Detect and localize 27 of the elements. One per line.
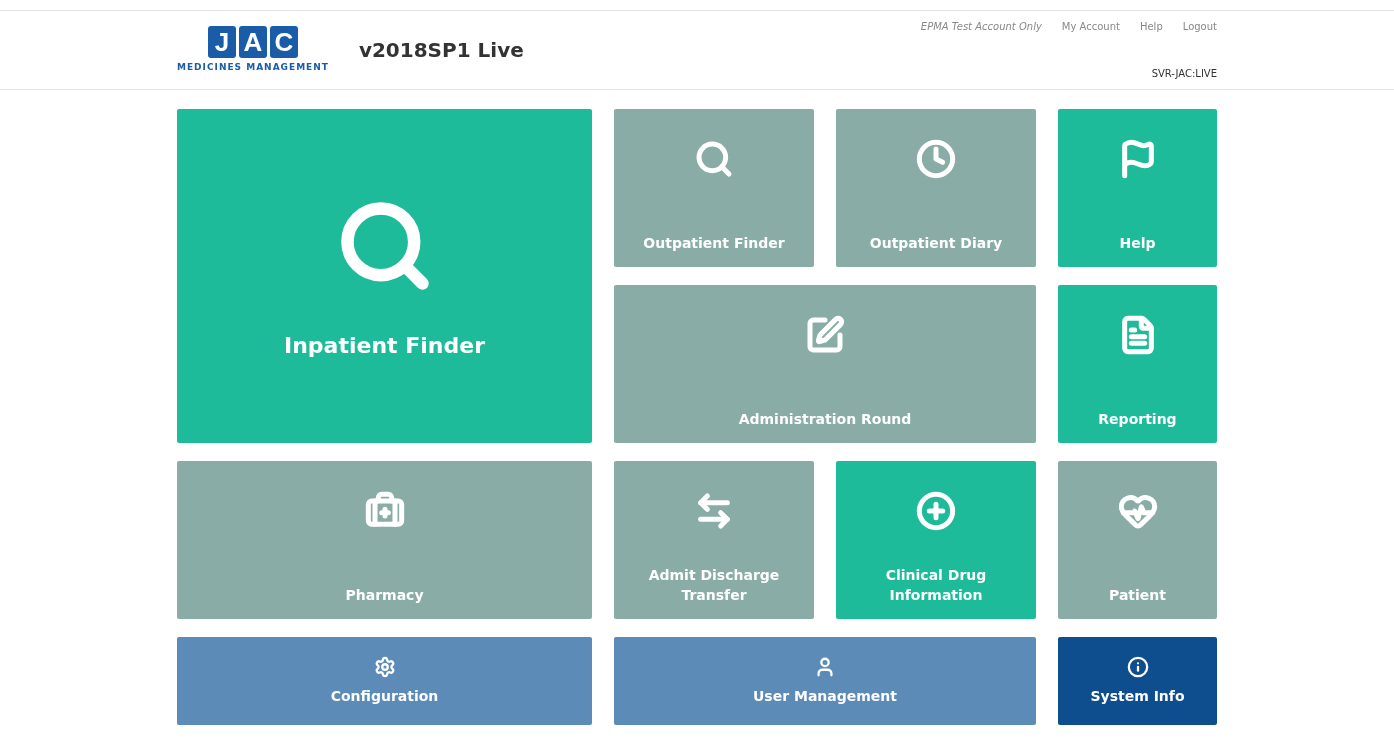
header-link[interactable]: Help	[1139, 19, 1163, 34]
tile[interactable]: Help	[1058, 109, 1217, 267]
user-icon	[814, 656, 836, 678]
tile[interactable]: Inpatient Finder	[177, 109, 592, 443]
tile[interactable]: Administration Round	[614, 285, 1036, 443]
info-icon	[1126, 656, 1149, 678]
clock-icon	[916, 139, 956, 179]
tile[interactable]: User Management	[614, 637, 1036, 725]
logo: J A C MEDICINES MANAGEMENT	[177, 25, 329, 74]
tile[interactable]: Reporting	[1058, 285, 1217, 443]
account-note: EPMA Test Account Only	[920, 20, 1042, 34]
settings-icon	[373, 656, 396, 678]
tile[interactable]: Pharmacy	[177, 461, 592, 619]
server-name: SVR-JAC:LIVE	[1151, 67, 1217, 81]
tile[interactable]: Configuration	[177, 637, 592, 725]
tile[interactable]: Outpatient Diary	[836, 109, 1036, 267]
header-link[interactable]: Logout	[1182, 19, 1217, 34]
plus-circle-icon	[916, 491, 956, 531]
header-link[interactable]: My Account	[1061, 19, 1120, 34]
version-title: v2018SP1 Live	[358, 37, 524, 64]
edit-icon	[805, 315, 845, 355]
tile[interactable]: Admit Discharge Transfer	[614, 461, 814, 619]
tile[interactable]: Patient	[1058, 461, 1217, 619]
tile[interactable]: Outpatient Finder	[614, 109, 814, 267]
search-icon	[694, 139, 734, 179]
tile[interactable]: System Info	[1058, 637, 1217, 725]
tile[interactable]: Clinical Drug Information	[836, 461, 1036, 619]
